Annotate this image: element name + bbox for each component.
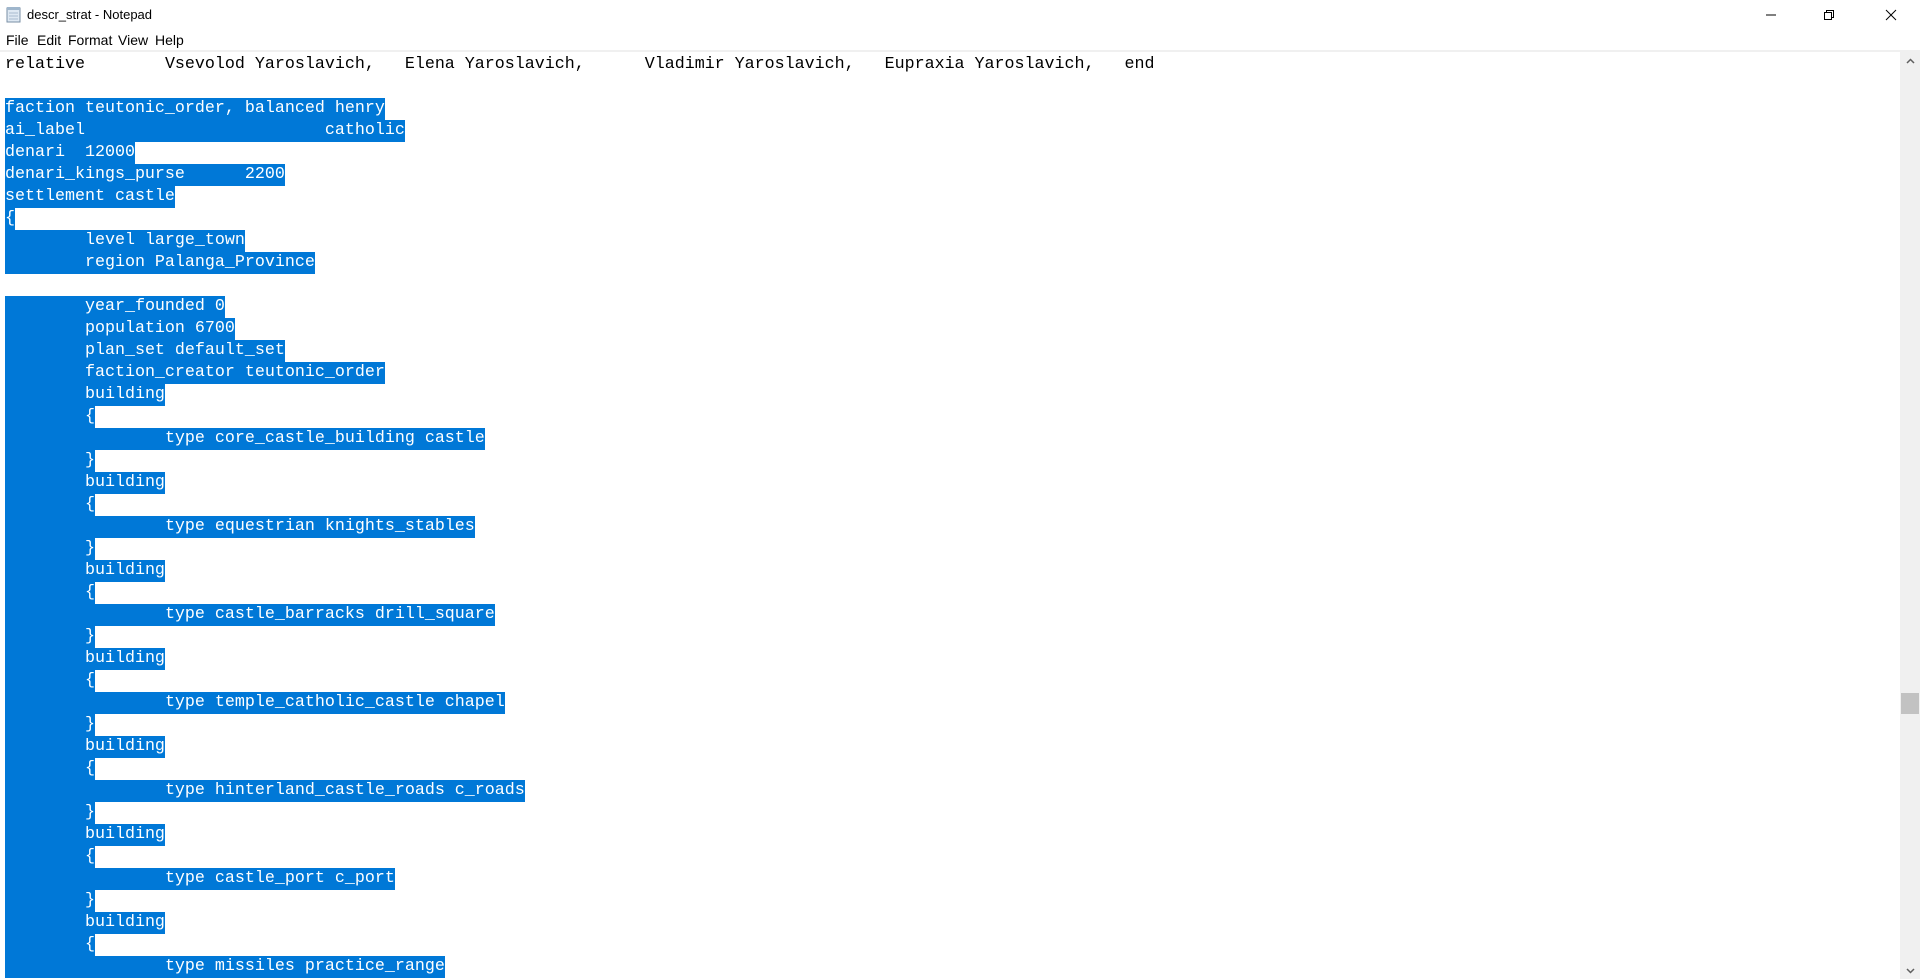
text-line: type temple_catholic_castle chapel (5, 692, 505, 714)
text-line: plan_set default_set (5, 340, 285, 362)
text-line: type castle_barracks drill_square (5, 604, 495, 626)
text-line: type castle_port c_port (5, 868, 395, 890)
text-line: relative Vsevolod Yaroslavich, Elena Yar… (5, 55, 1155, 74)
chevron-down-icon (1905, 967, 1915, 974)
notepad-icon (6, 7, 21, 23)
text-line: building (5, 560, 165, 582)
text-line: { (5, 406, 95, 428)
scroll-down-button[interactable] (1900, 962, 1920, 979)
text-line: denari_kings_purse 2200 (5, 164, 285, 186)
text-line: settlement castle (5, 186, 175, 208)
title-bar: descr_strat - Notepad (0, 0, 1920, 30)
text-line: building (5, 472, 165, 494)
minimize-icon (1766, 14, 1776, 16)
text-line: building (5, 384, 165, 406)
scroll-up-button[interactable] (1900, 52, 1920, 69)
text-line: region Palanga_Province (5, 252, 315, 274)
menu-view[interactable]: View (116, 32, 150, 49)
text-line: { (5, 582, 95, 604)
text-line: type missiles practice_range (5, 956, 445, 978)
scrollbar-thumb[interactable] (1901, 693, 1919, 714)
text-line: type equestrian knights_stables (5, 516, 475, 538)
text-line: type core_castle_building castle (5, 428, 485, 450)
menu-help[interactable]: Help (153, 32, 186, 49)
close-icon (1885, 9, 1897, 21)
text-line: population 6700 (5, 318, 235, 340)
text-line: faction_creator teutonic_order (5, 362, 385, 384)
text-line: } (5, 890, 95, 912)
text-line: { (5, 494, 95, 516)
menu-edit[interactable]: Edit (35, 32, 63, 49)
text-line: } (5, 714, 95, 736)
window-title: descr_strat - Notepad (27, 7, 153, 22)
text-line: ai_label catholic (5, 120, 405, 142)
text-line: { (5, 758, 95, 780)
text-line: faction teutonic_order, balanced henry (5, 98, 385, 120)
text-line: { (5, 846, 95, 868)
text-line: { (5, 208, 15, 230)
menu-format[interactable]: Format (66, 32, 114, 49)
minimize-button[interactable] (1742, 0, 1800, 30)
text-line: } (5, 538, 95, 560)
text-line: } (5, 626, 95, 648)
text-line: year_founded 0 (5, 296, 225, 318)
text-line: building (5, 824, 165, 846)
text-line: } (5, 450, 95, 472)
text-line: denari 12000 (5, 142, 135, 164)
text-line: { (5, 670, 95, 692)
close-button[interactable] (1862, 0, 1920, 30)
text-line: building (5, 912, 165, 934)
text-line: building (5, 648, 165, 670)
vertical-scrollbar[interactable] (1900, 52, 1920, 979)
restore-icon (1824, 10, 1834, 20)
text-line: level large_town (5, 230, 245, 252)
restore-button[interactable] (1800, 0, 1858, 30)
text-line: building (5, 736, 165, 758)
text-editor[interactable]: relative Vsevolod Yaroslavich, Elena Yar… (0, 52, 1900, 979)
text-line: } (5, 802, 95, 824)
text-line: { (5, 934, 95, 956)
text-line: type hinterland_castle_roads c_roads (5, 780, 525, 802)
chevron-up-icon (1905, 57, 1915, 64)
menu-bar: File Edit Format View Help (0, 30, 1920, 50)
menu-file[interactable]: File (4, 32, 31, 49)
